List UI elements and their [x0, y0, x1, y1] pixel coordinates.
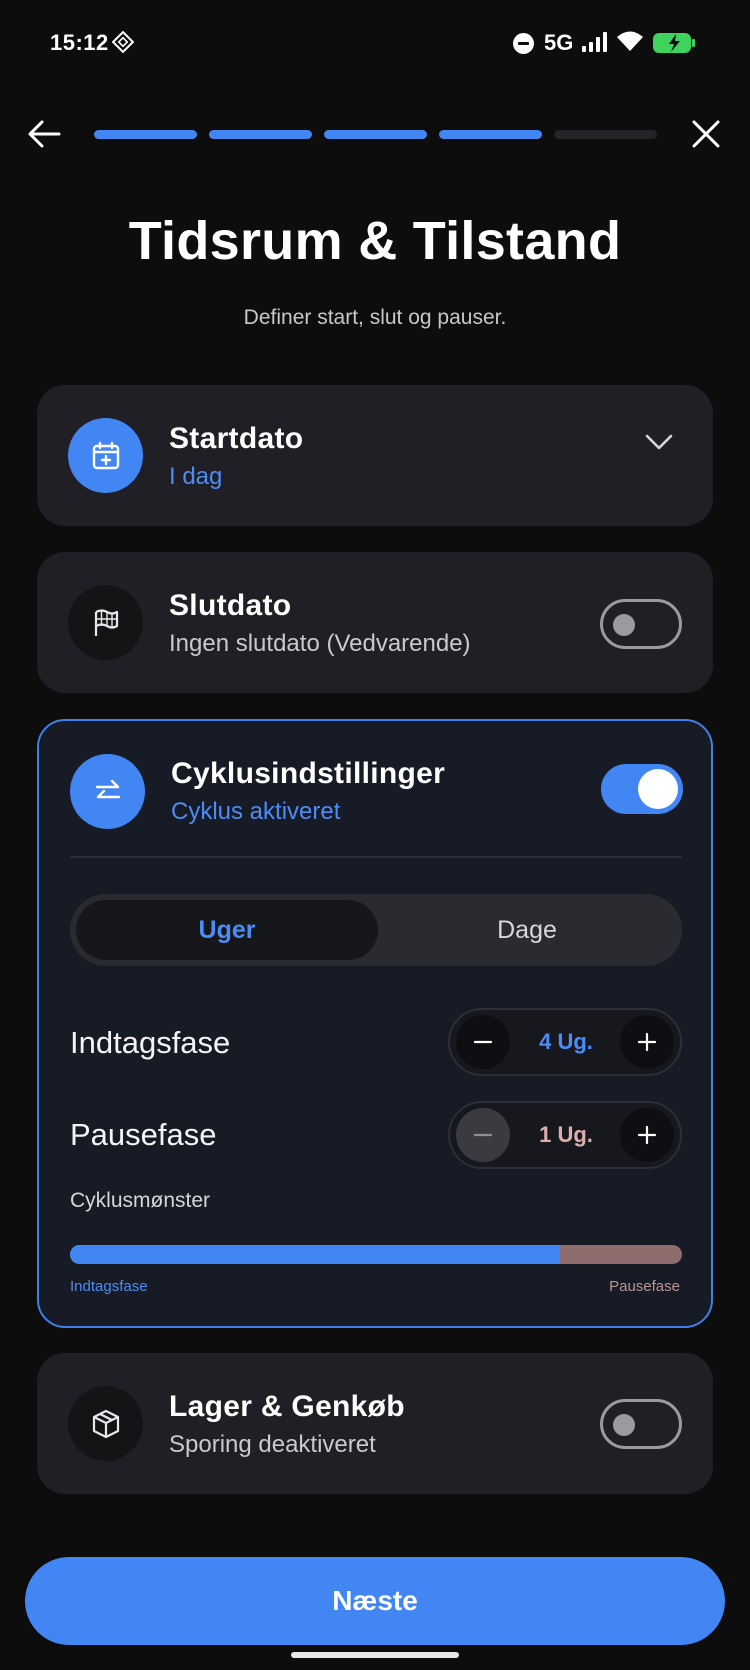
toggle-knob — [638, 769, 678, 809]
cycle-pattern-bar — [70, 1245, 682, 1264]
unit-option-days[interactable]: Dage — [376, 900, 678, 960]
next-button[interactable]: Næste — [25, 1557, 725, 1645]
cycle-settings-card: Cyklusindstillinger Cyklus aktiveret Uge… — [37, 719, 713, 1328]
wifi-icon — [617, 31, 643, 51]
inventory-card: Lager & Genkøb Sporing deaktiveret — [37, 1353, 713, 1494]
cycle-toggle[interactable] — [601, 764, 683, 814]
battery-charging-icon — [653, 33, 695, 53]
start-date-value: I dag — [169, 463, 223, 490]
calendar-plus-icon — [68, 418, 143, 493]
pause-phase-value: 1 Ug. — [539, 1122, 593, 1147]
progress-segment — [209, 130, 312, 139]
close-button[interactable] — [684, 112, 728, 156]
plus-icon — [637, 1032, 657, 1052]
pause-phase-label: Pausefase — [70, 1117, 217, 1152]
intake-phase-fill — [70, 1245, 560, 1264]
close-icon — [692, 120, 720, 148]
cycle-pattern-label: Cyklusmønster — [70, 1189, 211, 1212]
end-date-card: Slutdato Ingen slutdato (Vedvarende) — [37, 552, 713, 693]
toggle-knob — [613, 1414, 635, 1436]
pause-phase-stepper: 1 Ug. — [448, 1101, 682, 1169]
pause-increment-button[interactable] — [620, 1108, 674, 1162]
end-date-toggle[interactable] — [600, 599, 682, 649]
progress-segment — [554, 130, 657, 139]
home-indicator — [291, 1652, 459, 1658]
start-date-card[interactable]: Startdato I dag — [37, 385, 713, 526]
divider — [70, 856, 682, 858]
chevron-down-icon[interactable] — [644, 427, 674, 457]
nfc-icon — [112, 31, 134, 53]
arrow-left-icon — [28, 120, 61, 148]
page-title: Tidsrum & Tilstand — [128, 211, 622, 271]
toggle-knob — [613, 614, 635, 636]
signal-icon — [582, 32, 607, 52]
box-icon — [68, 1386, 143, 1461]
intake-increment-button[interactable] — [620, 1015, 674, 1069]
step-progress — [94, 130, 657, 139]
unit-option-weeks[interactable]: Uger — [76, 900, 378, 960]
intake-phase-label: Indtagsfase — [70, 1025, 231, 1060]
minus-icon — [473, 1133, 493, 1137]
intake-decrement-button[interactable] — [456, 1015, 510, 1069]
dnd-icon — [513, 33, 534, 54]
status-time: 15:12 — [50, 30, 109, 55]
plus-icon — [637, 1125, 657, 1145]
minus-icon — [473, 1040, 493, 1044]
cycle-title: Cyklusindstillinger — [171, 757, 446, 790]
end-date-value: Ingen slutdato (Vedvarende) — [169, 630, 471, 657]
pattern-intake-label: Indtagsfase — [70, 1278, 148, 1295]
pattern-pause-label: Pausefase — [609, 1278, 680, 1295]
status-bar: 15:12 5G — [0, 0, 750, 86]
cycle-status: Cyklus aktiveret — [171, 798, 341, 825]
intake-phase-stepper: 4 Ug. — [448, 1008, 682, 1076]
progress-segment — [439, 130, 542, 139]
back-button[interactable] — [22, 112, 66, 156]
inventory-toggle[interactable] — [600, 1399, 682, 1449]
pause-decrement-button[interactable] — [456, 1108, 510, 1162]
intake-phase-value: 4 Ug. — [539, 1029, 593, 1054]
progress-segment — [324, 130, 427, 139]
inventory-title: Lager & Genkøb — [169, 1390, 405, 1423]
inventory-status: Sporing deaktiveret — [169, 1431, 376, 1458]
flag-icon — [68, 585, 143, 660]
network-label: 5G — [544, 30, 574, 55]
progress-segment — [94, 130, 197, 139]
page-subtitle: Definer start, slut og pauser. — [243, 306, 507, 329]
arrows-swap-icon — [70, 754, 145, 829]
unit-selector: Uger Dage — [70, 894, 682, 966]
start-date-title: Startdato — [169, 422, 304, 455]
end-date-title: Slutdato — [169, 589, 292, 622]
